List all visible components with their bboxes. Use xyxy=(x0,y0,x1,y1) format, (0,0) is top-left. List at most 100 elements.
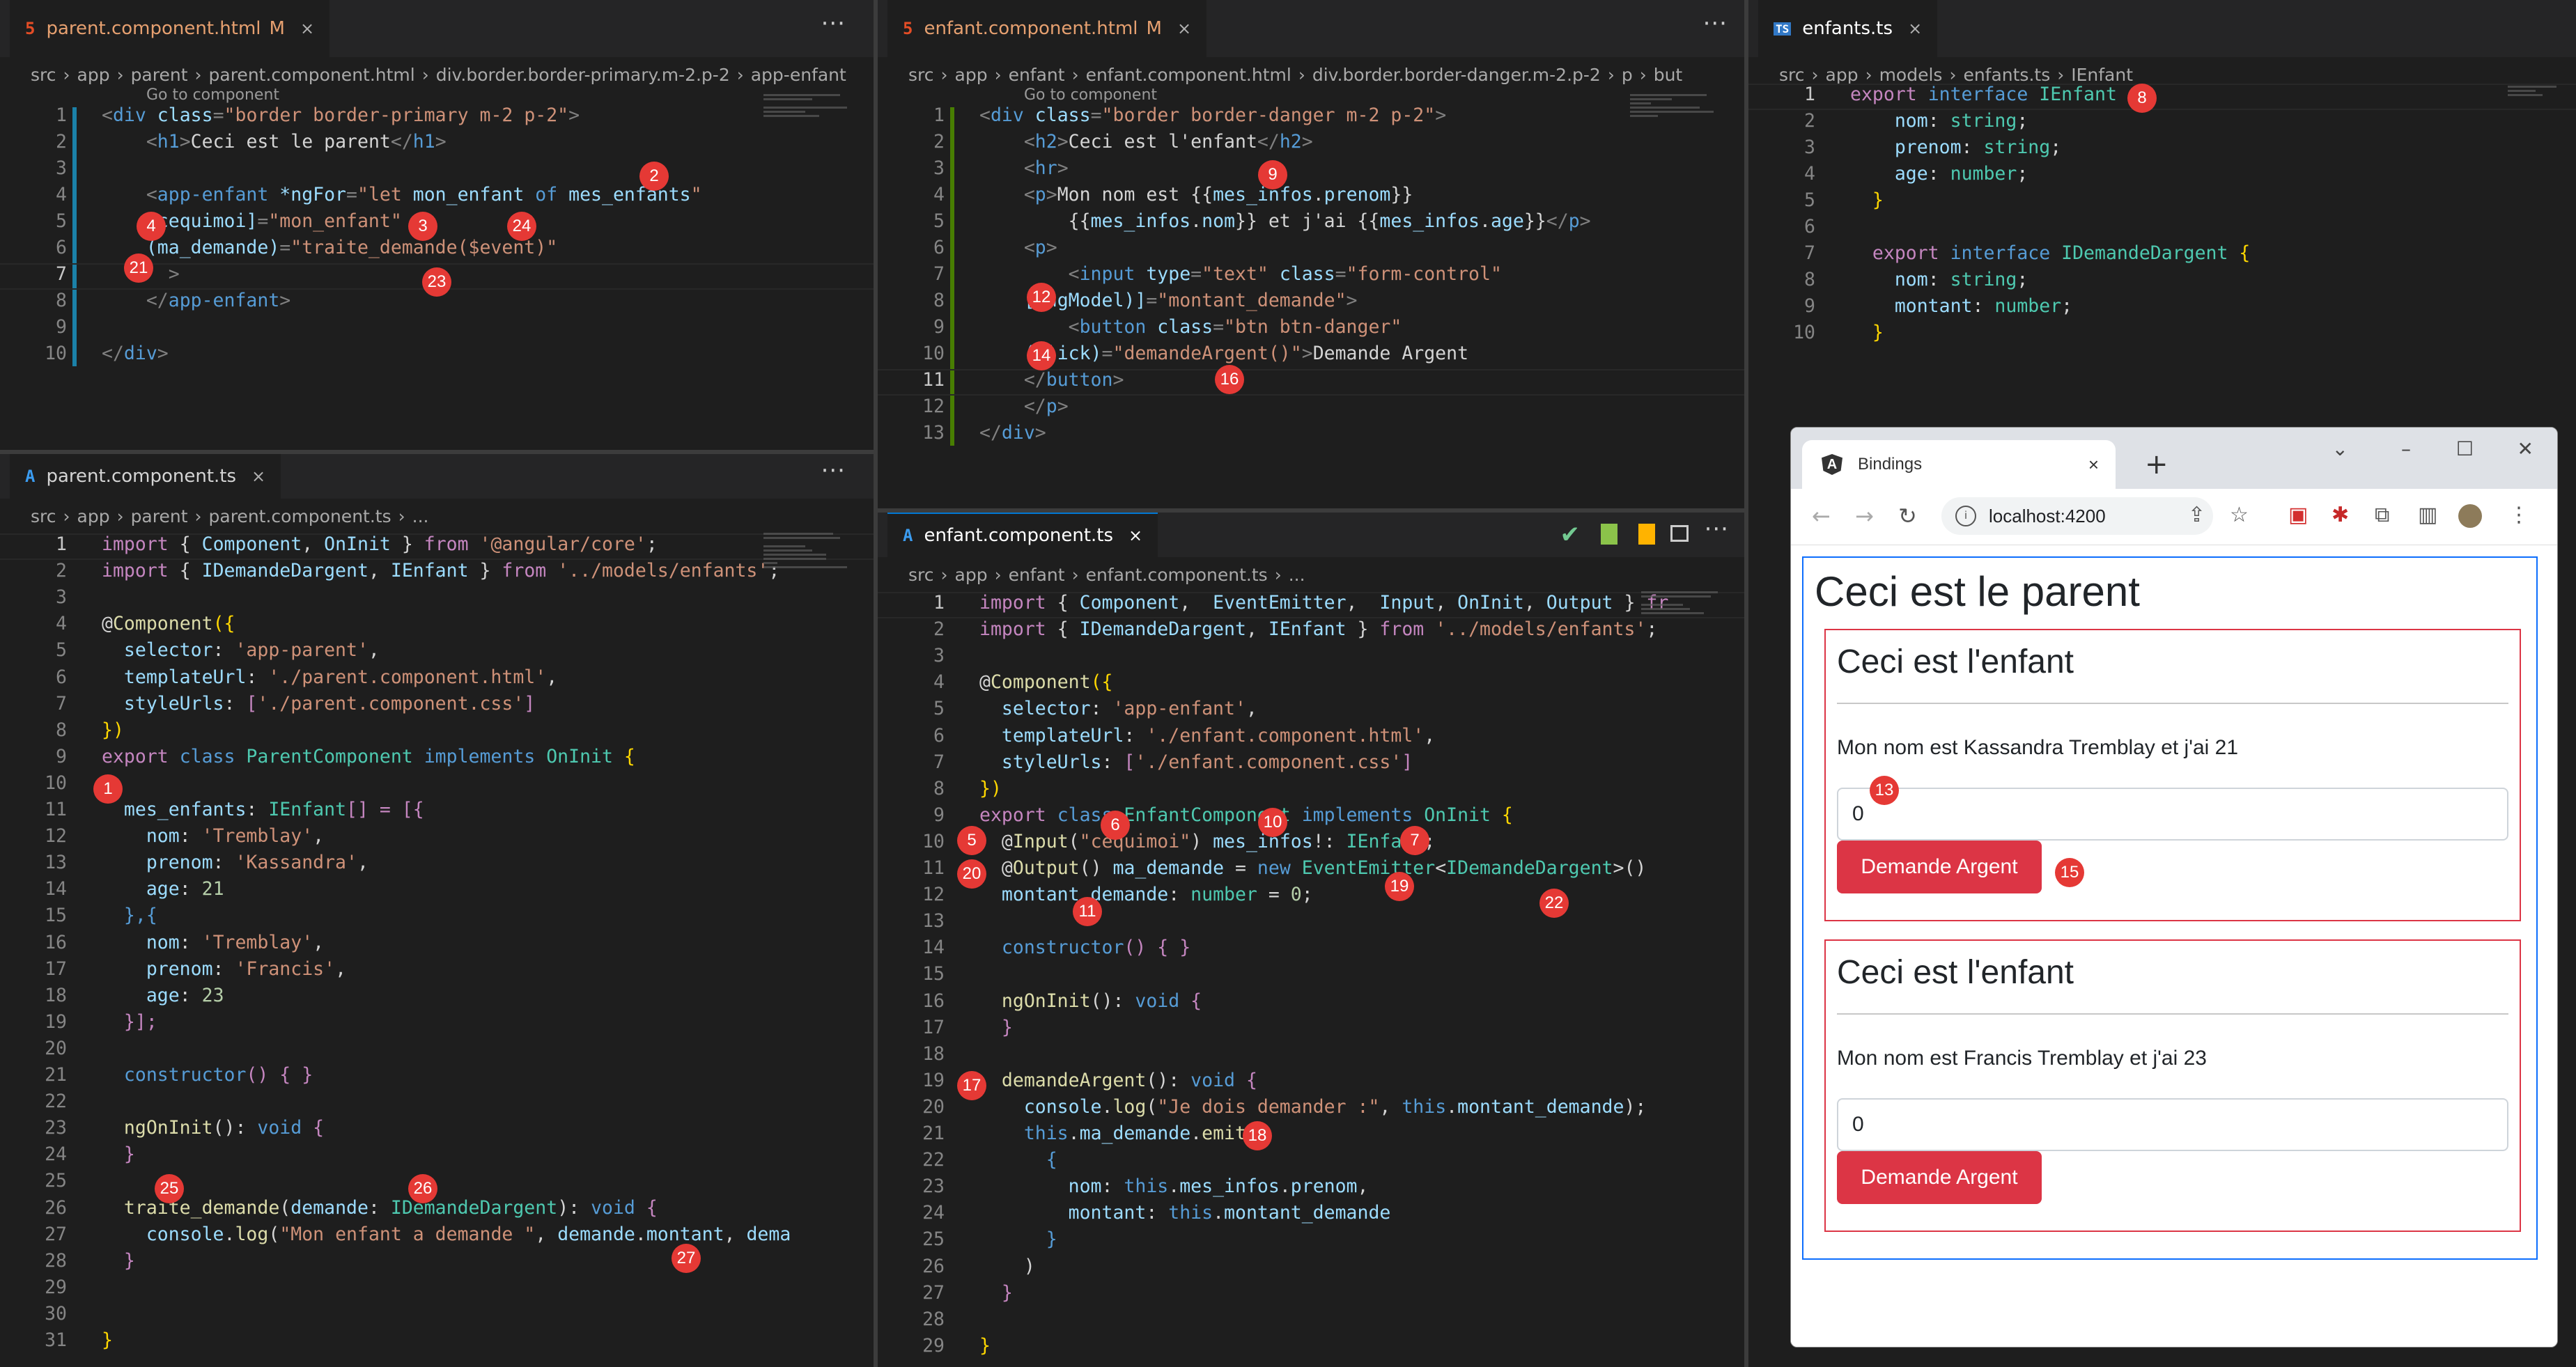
demande-argent-button[interactable]: Demande Argent xyxy=(1837,841,2042,893)
code-line[interactable]: } xyxy=(979,1335,991,1357)
code-line[interactable]: templateUrl: './parent.component.html', xyxy=(102,666,557,688)
code-line[interactable]: </div> xyxy=(979,422,1046,444)
code-line[interactable]: import { IDemandeDargent, IEnfant } from… xyxy=(979,618,1657,640)
code-line[interactable]: nom: string; xyxy=(1850,269,2028,290)
code-line[interactable]: prenom: 'Francis', xyxy=(102,958,346,980)
kebab-menu-icon[interactable]: ⋮ xyxy=(2508,503,2529,527)
code-line[interactable]: nom: string; xyxy=(1850,110,2028,132)
code-line[interactable]: },{ xyxy=(102,905,157,926)
code-line[interactable]: traite_demande(demande: IDemandeDargent)… xyxy=(102,1197,658,1219)
code-line[interactable]: </div> xyxy=(102,343,169,364)
code-line[interactable]: }) xyxy=(979,778,1002,799)
minimap[interactable] xyxy=(2508,84,2576,98)
code-line[interactable]: ngOnInit(): void { xyxy=(979,990,1202,1012)
code-line[interactable]: age: 21 xyxy=(102,878,224,900)
code-line[interactable]: export interface IEnfant { xyxy=(1850,84,2139,105)
code-line[interactable]: templateUrl: './enfant.component.html', xyxy=(979,725,1435,747)
code-line[interactable]: export interface IDemandeDargent { xyxy=(1850,242,2250,264)
code-line[interactable]: selector: 'app-enfant', xyxy=(979,698,1257,719)
code-line[interactable]: @Output() ma_demande = new EventEmitter<… xyxy=(979,857,1646,879)
code-line[interactable]: prenom: string; xyxy=(1850,136,2061,158)
code-line[interactable]: import { Component, EventEmitter, Input,… xyxy=(979,592,1668,614)
code-line[interactable]: <h1>Ceci est le parent</h1> xyxy=(102,131,447,153)
window-close-icon[interactable]: ✕ xyxy=(2517,437,2534,460)
code-line[interactable]: {{mes_infos.nom}} et j'ai {{mes_infos.ag… xyxy=(979,210,1591,232)
code-line[interactable]: constructor() { } xyxy=(102,1064,313,1086)
code-line[interactable]: <div class="border border-primary m-2 p-… xyxy=(102,104,580,126)
address-bar[interactable]: i localhost:4200 xyxy=(1941,497,2213,535)
site-info-icon[interactable]: i xyxy=(1955,506,1976,526)
code-line[interactable]: } xyxy=(979,1282,1013,1304)
code-line[interactable]: <h2>Ceci est l'enfant</h2> xyxy=(979,131,1313,153)
code-line[interactable]: { xyxy=(979,1149,1057,1171)
code-line[interactable]: } xyxy=(102,1143,135,1165)
share-icon[interactable]: ⇪ xyxy=(2188,503,2205,527)
code-line[interactable]: age: 23 xyxy=(102,985,224,1006)
code-line[interactable]: </app-enfant> xyxy=(102,290,290,311)
code-line[interactable]: } xyxy=(979,1017,1013,1038)
code-line[interactable]: </button> xyxy=(979,369,1124,391)
code-line[interactable]: montant: number; xyxy=(1850,295,2072,317)
code-line[interactable]: <p> xyxy=(979,237,1057,258)
minimap[interactable] xyxy=(763,531,861,570)
code-line[interactable]: @Component({ xyxy=(979,671,1112,693)
code-line[interactable]: (ma_demande)="traite_demande($event)" xyxy=(102,237,557,258)
code-line[interactable]: <app-enfant *ngFor="let mon_enfant of me… xyxy=(102,184,702,205)
code-line[interactable]: import { Component, OnInit } from '@angu… xyxy=(102,533,658,555)
code-line[interactable]: age: number; xyxy=(1850,163,2028,185)
code-line[interactable]: console.log("Mon enfant a demande ", dem… xyxy=(102,1224,791,1245)
code-line[interactable]: selector: 'app-parent', xyxy=(102,639,380,661)
browser-tab[interactable]: A Bindings × xyxy=(1802,440,2116,489)
code-line[interactable]: montant_demande: number = 0; xyxy=(979,884,1313,905)
reload-icon[interactable]: ↻ xyxy=(1898,503,1917,529)
code-editor[interactable]: 1 import { Component, EventEmitter, Input… xyxy=(878,513,1744,1367)
pane-divider[interactable] xyxy=(0,450,874,454)
code-line[interactable]: export class ParentComponent implements … xyxy=(102,746,635,767)
code-line[interactable]: import { IDemandeDargent, IEnfant } from… xyxy=(102,560,779,581)
code-line[interactable]: } xyxy=(979,1228,1057,1250)
code-line[interactable]: <p>Mon nom est {{mes_infos.prenom}} xyxy=(979,184,1413,205)
avatar[interactable] xyxy=(2458,504,2482,528)
code-line[interactable]: @Input("cequimoi") mes_infos!: IEnfant; xyxy=(979,831,1435,852)
code-line[interactable]: <div class="border border-danger m-2 p-2… xyxy=(979,104,1446,126)
code-line[interactable]: }]; xyxy=(102,1011,157,1033)
code-line[interactable]: mes_enfants: IEnfant[] = [{ xyxy=(102,799,424,820)
code-line[interactable]: <input type="text" class="form-control" xyxy=(979,263,1502,285)
code-line[interactable]: } xyxy=(1850,189,1884,211)
amount-input[interactable]: 0 xyxy=(1837,1098,2508,1151)
code-line[interactable]: styleUrls: ['./enfant.component.css'] xyxy=(979,751,1413,773)
code-line[interactable]: constructor() { } xyxy=(979,937,1190,958)
bookmark-star-icon[interactable]: ☆ xyxy=(2230,503,2249,527)
extension-badge-icon[interactable]: ▣ xyxy=(2288,503,2308,527)
code-line[interactable]: console.log("Je dois demander :", this.m… xyxy=(979,1096,1647,1118)
code-line[interactable]: ) xyxy=(979,1256,1035,1277)
code-line[interactable]: nom: 'Tremblay', xyxy=(102,932,324,953)
tab-search-icon[interactable]: ⌄ xyxy=(2332,437,2348,460)
back-icon[interactable]: ← xyxy=(1812,503,1831,529)
maximize-icon[interactable]: ☐ xyxy=(2456,437,2474,460)
code-line[interactable]: nom: this.mes_infos.prenom, xyxy=(979,1175,1369,1197)
amount-input[interactable]: 0 xyxy=(1837,788,2508,841)
side-panel-icon[interactable]: ▥ xyxy=(2418,503,2437,527)
code-line[interactable]: this.ma_demande.emit( xyxy=(979,1123,1257,1144)
code-line[interactable]: <hr> xyxy=(979,157,1069,179)
pane-divider[interactable] xyxy=(1744,0,1748,1367)
forward-icon[interactable]: → xyxy=(1855,503,1874,529)
code-line[interactable]: } xyxy=(102,1250,135,1272)
extension-icon[interactable]: ✱ xyxy=(2331,503,2349,527)
code-line[interactable]: export class EnfantComponent implements … xyxy=(979,804,1513,826)
code-line[interactable]: @Component({ xyxy=(102,613,235,634)
code-line[interactable]: } xyxy=(102,1329,113,1351)
close-icon[interactable]: × xyxy=(2088,454,2099,476)
code-line[interactable]: nom: 'Tremblay', xyxy=(102,825,324,847)
minimap[interactable] xyxy=(1630,92,1728,119)
minimap[interactable] xyxy=(1641,589,1739,616)
pane-divider[interactable] xyxy=(874,0,878,1367)
code-line[interactable]: } xyxy=(1850,322,1884,343)
code-editor[interactable]: 1 import { Component, OnInit } from '@ang… xyxy=(0,454,874,1367)
code-line[interactable]: </p> xyxy=(979,396,1069,417)
code-line[interactable]: prenom: 'Kassandra', xyxy=(102,852,368,873)
code-line[interactable]: ngOnInit(): void { xyxy=(102,1117,324,1139)
minimap[interactable] xyxy=(763,92,861,119)
pane-divider[interactable] xyxy=(878,508,1744,513)
